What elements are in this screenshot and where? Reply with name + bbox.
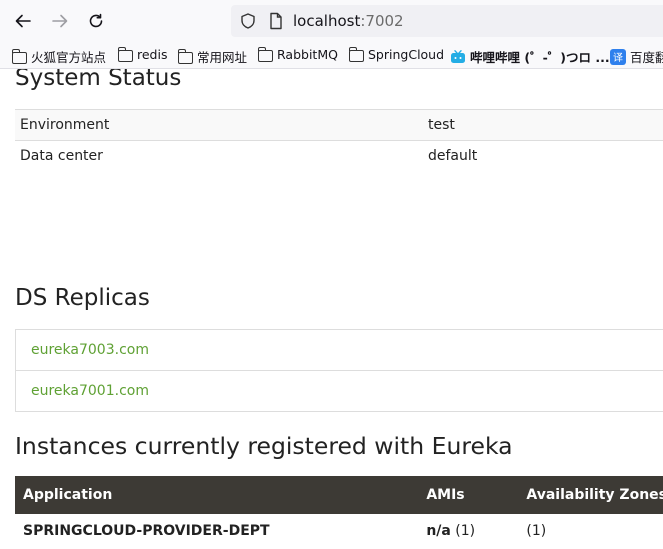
system-status-table: Environment test Data center default (15, 109, 663, 171)
folder-icon (348, 46, 364, 62)
bookmark-label: 哔哩哔哩 (゜-゜)つロ ... (470, 50, 610, 65)
shield-icon[interactable] (239, 12, 257, 30)
url-port: :7002 (360, 12, 404, 30)
status-label: Environment (15, 109, 423, 141)
arrow-right-icon (52, 14, 68, 28)
bookmark-label: RabbitMQ (277, 47, 338, 62)
bookmark-label: 常用网址 (197, 50, 248, 65)
bookmark-rabbitmq[interactable]: RabbitMQ (257, 46, 338, 62)
table-row: Data center default (15, 141, 663, 172)
application-name: SPRINGCLOUD-PROVIDER-DEPT (23, 523, 270, 539)
bookmark-redis[interactable]: redis (117, 46, 168, 62)
instances-table: Application AMIs Availability Zones SPRI… (15, 476, 663, 548)
url-text[interactable]: localhost:7002 (293, 12, 404, 30)
reload-icon (89, 13, 103, 28)
bookmark-label: 百度翻 (630, 50, 663, 65)
bilibili-icon (451, 49, 465, 63)
bookmark-common-sites[interactable]: 常用网址 (177, 47, 248, 66)
instances-title: Instances currently registered with Eure… (15, 432, 513, 460)
bookmark-springcloud[interactable]: SpringCloud (348, 46, 445, 62)
status-value: test (423, 109, 663, 141)
bookmark-label: SpringCloud (368, 47, 445, 62)
table-row: Environment test (15, 109, 663, 141)
availability-zones-cell: (1) (526, 523, 547, 539)
back-button[interactable] (10, 9, 36, 33)
folder-icon (11, 48, 27, 64)
amis-value: n/a (426, 523, 451, 539)
replica-link-eureka7001[interactable]: eureka7001.com (16, 371, 663, 411)
translate-icon: 译 (610, 48, 626, 65)
page-content: System Status Environment test Data cent… (0, 69, 663, 549)
bookmark-bilibili[interactable]: 哔哩哔哩 (゜-゜)つロ ... (450, 47, 610, 66)
bookmark-label: 火狐官方站点 (31, 50, 107, 65)
system-status-title: System Status (15, 69, 182, 91)
folder-icon (177, 48, 193, 64)
bookmark-baidu-translate[interactable]: 译 百度翻 (610, 47, 663, 66)
table-row: SPRINGCLOUD-PROVIDER-DEPT n/a (1) (1) (15, 514, 663, 548)
bookmarks-bar: 火狐官方站点 redis 常用网址 RabbitMQ SpringCloud 哔… (0, 42, 663, 69)
svg-text:译: 译 (613, 52, 623, 64)
folder-icon (257, 46, 273, 62)
reload-button[interactable] (83, 9, 109, 33)
folder-icon (117, 46, 133, 62)
ds-replicas-title: DS Replicas (15, 285, 150, 311)
forward-button[interactable] (47, 9, 73, 33)
url-host: localhost (293, 12, 361, 30)
page-icon (270, 12, 282, 30)
bookmark-label: redis (137, 47, 168, 62)
column-header-amis: AMIs (418, 476, 519, 514)
replica-link-eureka7003[interactable]: eureka7003.com (16, 330, 663, 371)
amis-cell: n/a (1) (418, 514, 518, 548)
amis-count: (1) (450, 523, 476, 539)
column-header-application: Application (15, 476, 419, 514)
browser-toolbar: localhost:7002 (0, 0, 663, 42)
status-value: default (428, 148, 478, 164)
table-header-row: Application AMIs Availability Zones (15, 476, 663, 514)
replica-list: eureka7003.com eureka7001.com (15, 329, 663, 412)
column-header-availability: Availability Zones (518, 476, 663, 514)
arrow-left-icon (15, 14, 31, 28)
status-label: Data center (20, 148, 103, 164)
bookmark-firefox-official[interactable]: 火狐官方站点 (11, 47, 107, 66)
url-bar[interactable]: localhost:7002 (231, 5, 663, 37)
